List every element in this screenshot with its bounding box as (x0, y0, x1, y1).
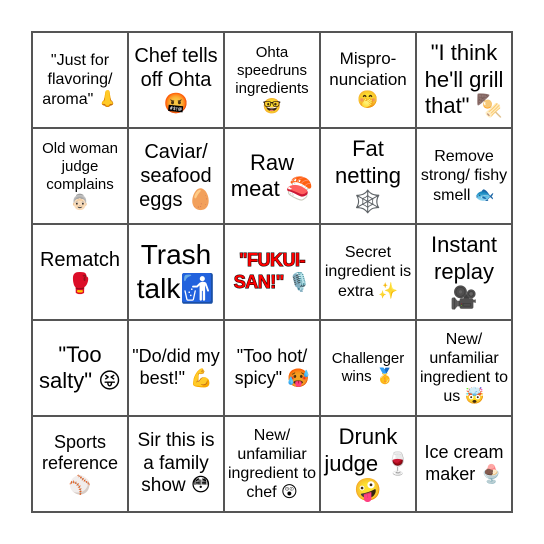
bingo-board: "Just for flavoring/ aroma" 👃 Chef tells … (31, 31, 513, 513)
bingo-cell[interactable]: "Do/did my best!" 💪 (128, 320, 224, 416)
bingo-cell-text: Secret ingredient is extra ✨ (324, 244, 412, 300)
bingo-cell[interactable]: Instant replay 🎥 (416, 224, 512, 320)
bingo-cell[interactable]: New/ unfamiliar ingredient to us 🤯 (416, 320, 512, 416)
bingo-cell-text: Sir this is a family show 😳 (137, 429, 215, 497)
bingo-cell[interactable]: Trash talk🚮 (128, 224, 224, 320)
bingo-cell-text: Trash talk🚮 (136, 239, 216, 304)
bingo-cell-text: "Too hot/ spicy" 🥵 (234, 346, 310, 388)
bingo-cell[interactable]: "Too salty" 😝 (32, 320, 128, 416)
bingo-cell[interactable]: Challenger wins 🥇 (320, 320, 416, 416)
bingo-cell[interactable]: New/ unfamiliar ingredient to chef 😲 (224, 416, 320, 512)
bingo-cell[interactable]: Ohta speedruns ingredients 🤓 (224, 32, 320, 128)
bingo-cell[interactable]: Chef tells off Ohta 🤬 (128, 32, 224, 128)
bingo-cell[interactable]: Sir this is a family show 😳 (128, 416, 224, 512)
bingo-cell[interactable]: "Just for flavoring/ aroma" 👃 (32, 32, 128, 128)
bingo-cell[interactable]: "I think he'll grill that" 🍢 (416, 32, 512, 128)
bingo-cell[interactable]: "Too hot/ spicy" 🥵 (224, 320, 320, 416)
bingo-cell-text: Challenger wins 🥇 (331, 350, 405, 385)
bingo-cell-text: Ohta speedruns ingredients 🤓 (235, 44, 309, 115)
bingo-cell[interactable]: Caviar/ seafood eggs 🥚 (128, 128, 224, 224)
bingo-cell-text: Raw meat 🍣 (230, 149, 314, 201)
bingo-cell-text: Remove strong/ fishy smell 🐟 (420, 148, 508, 204)
bingo-cell[interactable]: Mispro-nunciation 🤭 (320, 32, 416, 128)
bingo-cell-text: Ice cream maker 🍨 (424, 442, 504, 484)
bingo-cell-text: Fat netting 🕸️ (334, 136, 402, 215)
bingo-cell-text: Rematch 🥊 (39, 249, 121, 295)
bingo-cell-text: Instant replay 🎥 (430, 232, 498, 311)
bingo-cell-text: "Too salty" 😝 (38, 341, 122, 393)
bingo-free-cell[interactable]: "FUKUI-SAN!" 🎙️ (224, 224, 320, 320)
bingo-cell[interactable]: Rematch 🥊 (32, 224, 128, 320)
bingo-cell-text: Caviar/ seafood eggs 🥚 (139, 141, 213, 211)
bingo-cell[interactable]: Secret ingredient is extra ✨ (320, 224, 416, 320)
bingo-cell[interactable]: Ice cream maker 🍨 (416, 416, 512, 512)
bingo-cell-text: New/ unfamiliar ingredient to us 🤯 (419, 330, 509, 406)
bingo-cell[interactable]: Drunk judge 🍷 🤪 (320, 416, 416, 512)
bingo-cell-text: Sports reference ⚾ (41, 431, 119, 495)
bingo-cell[interactable]: Old woman judge complains 👵🏻 (32, 128, 128, 224)
bingo-cell-text: Drunk judge 🍷 🤪 (324, 424, 412, 503)
bingo-cell[interactable]: Fat netting 🕸️ (320, 128, 416, 224)
bingo-cell-text: Chef tells off Ohta 🤬 (134, 45, 218, 115)
bingo-cell-text: New/ unfamiliar ingredient to chef 😲 (227, 426, 317, 502)
bingo-cell[interactable]: Remove strong/ fishy smell 🐟 (416, 128, 512, 224)
bingo-cell-text: "FUKUI-SAN!" 🎙️ (233, 250, 311, 293)
bingo-cell[interactable]: Sports reference ⚾ (32, 416, 128, 512)
bingo-cell-text: "Just for flavoring/ aroma" 👃 (42, 52, 118, 108)
bingo-cell-text: Mispro-nunciation 🤭 (329, 49, 407, 110)
bingo-cell-text: Old woman judge complains 👵🏻 (42, 140, 118, 211)
bingo-cell-text: "Do/did my best!" 💪 (132, 346, 220, 388)
bingo-cell-text: "I think he'll grill that" 🍢 (424, 40, 504, 119)
bingo-cell[interactable]: Raw meat 🍣 (224, 128, 320, 224)
